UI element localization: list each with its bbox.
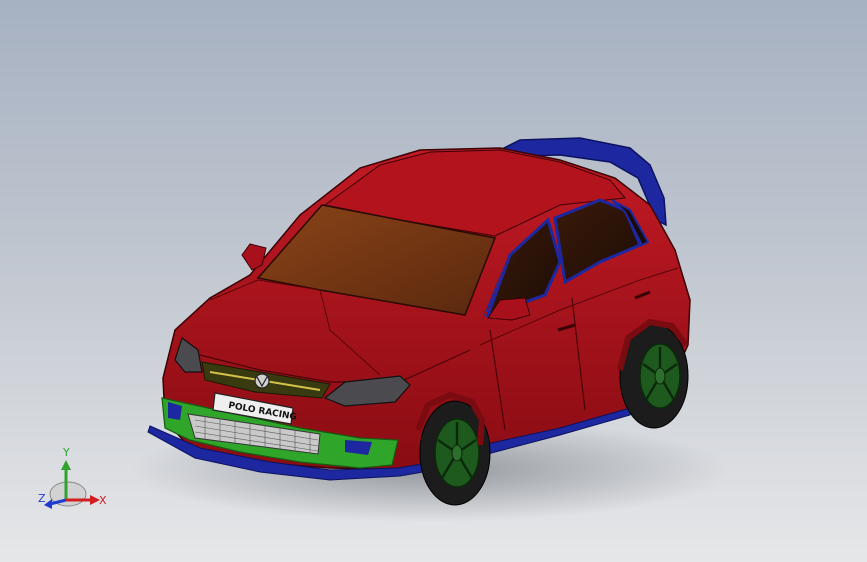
z-axis-label: Z: [38, 492, 46, 505]
y-axis-arrow-icon: [61, 460, 71, 470]
graphics-viewport[interactable]: POLO RACING Y X Z: [0, 0, 867, 562]
y-axis-label: Y: [62, 446, 70, 459]
car-model-view[interactable]: POLO RACING: [0, 0, 867, 562]
x-axis-label: X: [99, 494, 107, 507]
coordinate-triad: Y X Z: [28, 438, 118, 528]
